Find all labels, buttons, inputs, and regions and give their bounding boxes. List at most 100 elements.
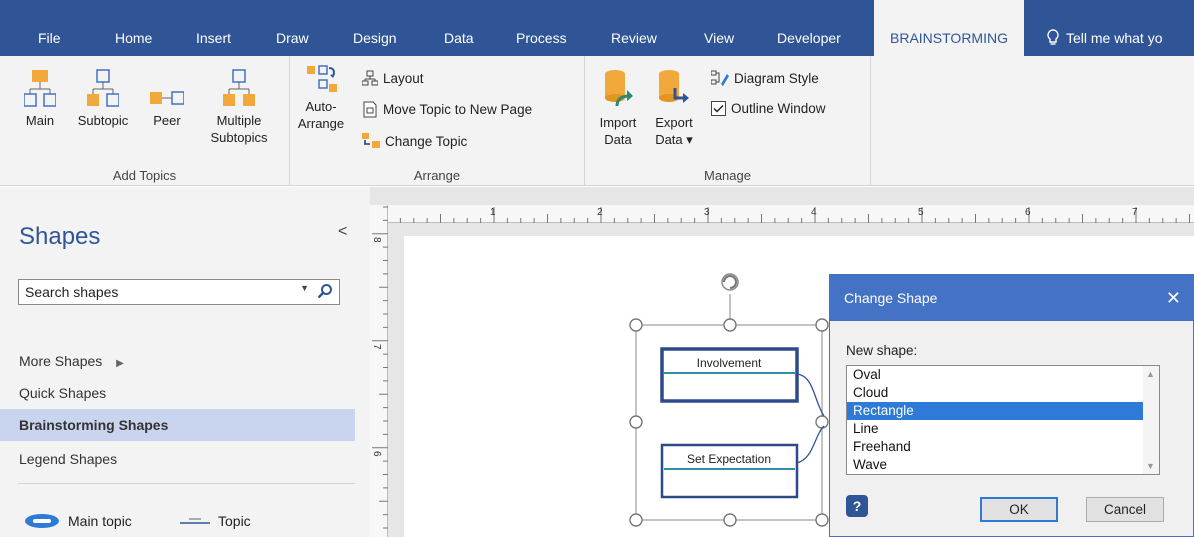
option-wave[interactable]: Wave: [847, 456, 1159, 474]
new-shape-label: New shape:: [846, 343, 918, 358]
group-arrange: Auto- Arrange Layout Move Topic to New P…: [290, 56, 585, 186]
change-topic-button[interactable]: Change Topic: [362, 133, 467, 149]
layout-icon: [362, 70, 378, 86]
export-data-icon: [659, 70, 689, 103]
scroll-down-icon[interactable]: ▼: [1146, 461, 1155, 471]
more-shapes-item[interactable]: More Shapes ▶: [0, 345, 355, 377]
quick-shapes-item[interactable]: Quick Shapes: [0, 377, 355, 409]
search-placeholder: Search shapes: [25, 284, 119, 300]
listbox-scrollbar[interactable]: ▲ ▼: [1143, 366, 1159, 474]
subtopic-label: Subtopic: [77, 113, 129, 128]
change-shape-dialog: Change Shape ✕ New shape: Oval Cloud Rec…: [829, 274, 1194, 537]
group-add-topics: Main Subtopic Peer Multiple Subtopics Ad…: [0, 56, 290, 186]
outline-window-checkbox[interactable]: Outline Window: [711, 101, 826, 116]
move-topic-button[interactable]: Move Topic to New Page: [362, 101, 532, 118]
ok-button[interactable]: OK: [980, 497, 1058, 522]
import-data-icon: [605, 70, 633, 107]
subtopic-icon: [87, 69, 119, 107]
v-ruler-8: 8: [371, 237, 382, 243]
auto-arrange-label-1: Auto-: [305, 99, 337, 114]
dropdown-arrow-icon[interactable]: ▼: [300, 283, 309, 293]
topic-involvement[interactable]: Involvement: [660, 347, 799, 403]
topic-stencil-label: Topic: [218, 513, 251, 529]
v-ruler-6: 6: [371, 451, 382, 457]
peer-icon: [150, 91, 184, 105]
h-ruler-1: 1: [490, 207, 496, 218]
option-rectangle[interactable]: Rectangle: [847, 402, 1159, 420]
main-button[interactable]: Main: [18, 64, 62, 129]
arrange-label: Arrange: [413, 168, 461, 183]
tab-view[interactable]: View: [704, 0, 734, 56]
multiple-label-1: Multiple: [216, 113, 262, 128]
layout-button[interactable]: Layout: [362, 70, 424, 86]
rotation-handle[interactable]: [721, 273, 739, 320]
h-ruler-5: 5: [918, 207, 924, 218]
import-data-button[interactable]: Import Data: [595, 64, 641, 148]
tab-home[interactable]: Home: [115, 0, 152, 56]
ribbon: Main Subtopic Peer Multiple Subtopics Ad…: [0, 56, 1194, 186]
manage-label: Manage: [704, 168, 751, 183]
outline-window-label: Outline Window: [731, 101, 826, 116]
topic-involvement-label: Involvement: [697, 356, 762, 370]
tab-data[interactable]: Data: [444, 0, 474, 56]
diagram-style-label: Diagram Style: [734, 70, 819, 86]
tell-me-box[interactable]: Tell me what yo: [1046, 29, 1162, 46]
main-topic-icon: [24, 70, 56, 107]
topic-set-expectation[interactable]: Set Expectation: [660, 443, 799, 499]
main-label: Main: [25, 113, 55, 128]
option-freehand[interactable]: Freehand: [847, 438, 1159, 456]
group-manage: Import Data Import Export Data ▾ Diagram…: [585, 56, 871, 186]
add-topics-label: Add Topics: [112, 168, 177, 183]
tab-design[interactable]: Design: [353, 0, 397, 56]
shapes-pane: Shapes < Search shapes ▼ More Shapes ▶ Q…: [0, 187, 370, 537]
diagram-style-icon: [711, 70, 729, 86]
diagram-style-button[interactable]: Diagram Style: [711, 70, 819, 86]
tab-brainstorming[interactable]: BRAINSTORMING: [874, 0, 1024, 58]
tab-developer[interactable]: Developer: [777, 0, 841, 56]
legend-shapes-item[interactable]: Legend Shapes: [0, 443, 355, 475]
option-oval[interactable]: Oval: [847, 366, 1159, 384]
multiple-label-2: Subtopics: [210, 130, 268, 145]
cancel-button[interactable]: Cancel: [1086, 497, 1164, 522]
main-topic-shape-icon: [25, 514, 59, 528]
search-shapes-input[interactable]: Search shapes ▼: [18, 279, 340, 305]
h-ruler-6: 6: [1025, 207, 1031, 218]
multiple-subtopics-button[interactable]: Multiple Subtopics: [202, 64, 276, 146]
topic-set-expectation-label: Set Expectation: [687, 452, 771, 466]
collapse-pane-button[interactable]: <: [338, 223, 347, 241]
help-button[interactable]: ?: [846, 495, 868, 517]
option-line[interactable]: Line: [847, 420, 1159, 438]
subtopic-button[interactable]: Subtopic: [73, 64, 133, 129]
h-ruler-4: 4: [811, 207, 817, 218]
vertical-ruler: 8 7 6: [370, 205, 388, 537]
dialog-title: Change Shape: [844, 290, 938, 306]
option-cloud[interactable]: Cloud: [847, 384, 1159, 402]
shape-listbox[interactable]: Oval Cloud Rectangle Line Freehand Wave …: [846, 365, 1160, 475]
close-icon[interactable]: ✕: [1166, 275, 1181, 321]
main-topic-stencil[interactable]: Main topic: [24, 513, 132, 529]
h-ruler-3: 3: [704, 207, 710, 218]
scroll-up-icon[interactable]: ▲: [1146, 369, 1155, 379]
auto-arrange-button[interactable]: Auto- Arrange: [294, 64, 348, 132]
vertical-ruler-ticks: 8 7 6: [371, 206, 388, 529]
horizontal-ruler-ticks: 1 2 3 4 5 6 7: [386, 207, 1190, 223]
tab-file[interactable]: File: [38, 0, 61, 56]
brainstorming-shapes-item[interactable]: Brainstorming Shapes: [0, 409, 355, 441]
dialog-title-bar: Change Shape ✕: [830, 275, 1193, 321]
tab-review[interactable]: Review: [611, 0, 657, 56]
export-label-1b: Export: [655, 115, 693, 130]
search-icon[interactable]: [317, 283, 333, 299]
tab-insert[interactable]: Insert: [196, 0, 231, 56]
checkbox-checked-icon: [711, 101, 726, 116]
tab-draw[interactable]: Draw: [276, 0, 309, 56]
export-data-button[interactable]: Import Export Data ▾: [649, 64, 699, 148]
peer-label: Peer: [153, 113, 181, 128]
tab-process[interactable]: Process: [516, 0, 567, 56]
chevron-right-icon: ▶: [116, 358, 124, 369]
connector-line: [796, 373, 825, 417]
import-label-2: Data: [604, 132, 632, 147]
multiple-subtopics-icon: [223, 69, 255, 106]
peer-button[interactable]: Peer: [147, 64, 187, 129]
topic-stencil[interactable]: Topic: [180, 513, 251, 529]
h-ruler-7: 7: [1132, 207, 1138, 218]
